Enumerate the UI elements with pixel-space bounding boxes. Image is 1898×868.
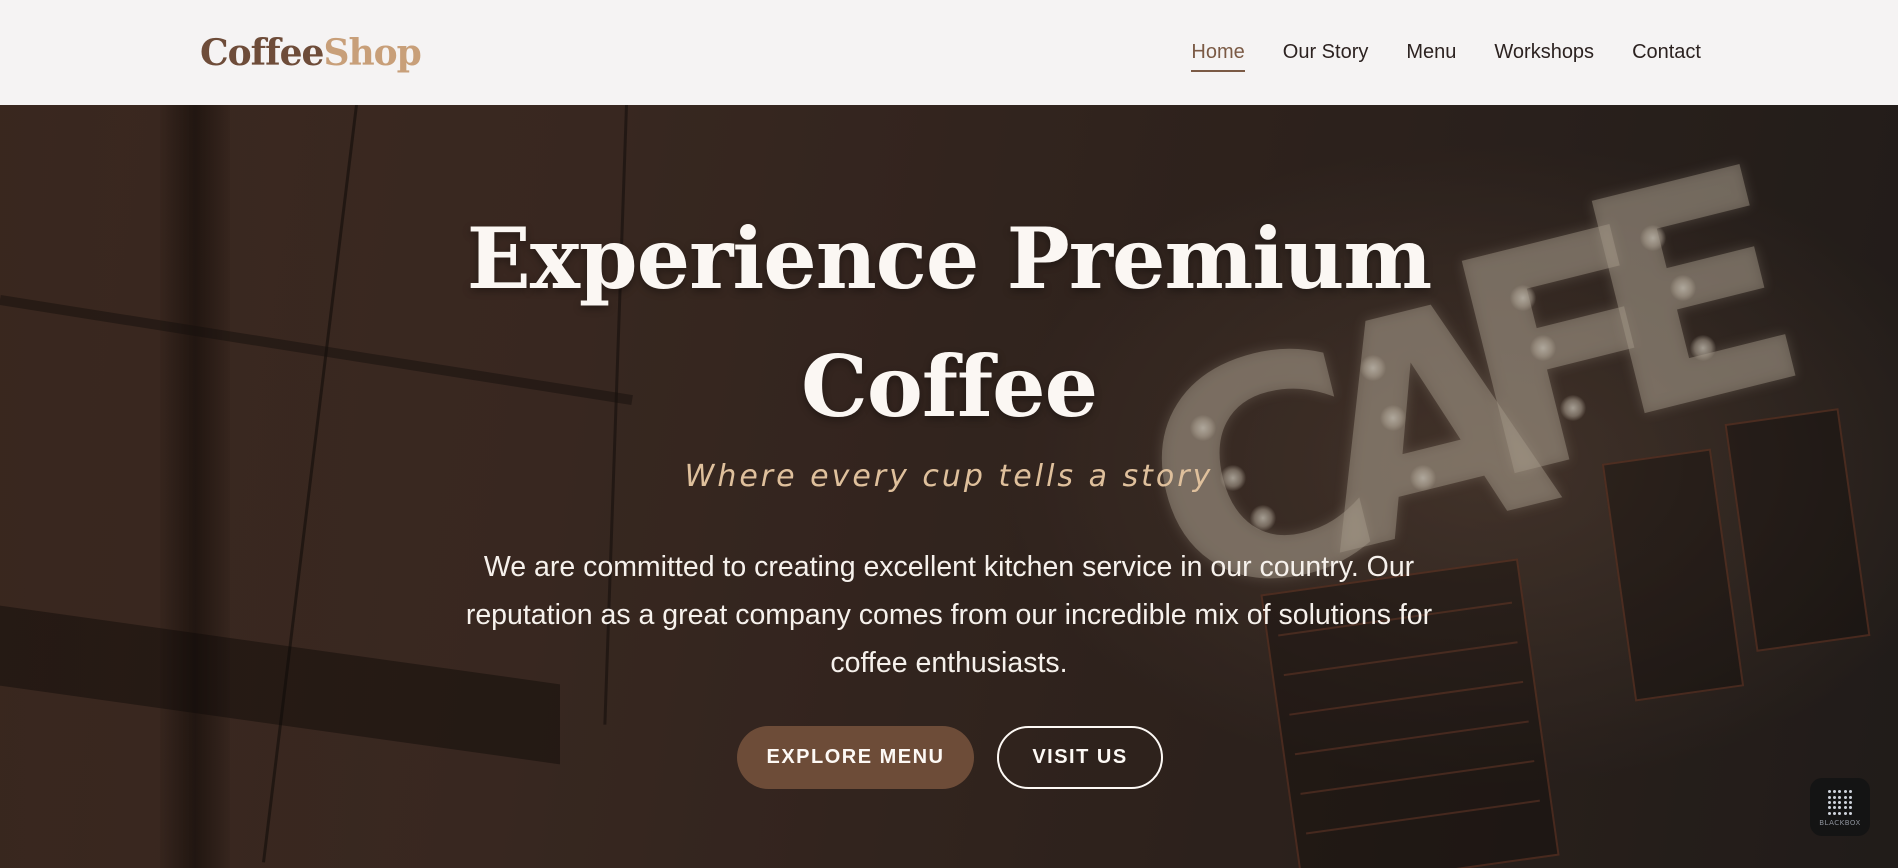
hero-title: Experience Premium Coffee [449, 195, 1449, 451]
hero-section: C A F E Experience Premium Coffee Where … [0, 105, 1898, 868]
blackbox-logo-icon [1827, 790, 1853, 816]
nav-link-menu[interactable]: Menu [1406, 38, 1456, 72]
hero-description: We are committed to creating excellent k… [465, 551, 1433, 679]
hero-title-line-1: Experience Premium [466, 209, 1432, 308]
hero-title-line-2: Coffee [800, 337, 1098, 436]
main-nav: Home Our Story Menu Workshops Contact [1191, 38, 1701, 72]
brand-logo-shop: Shop [323, 32, 421, 74]
nav-link-home[interactable]: Home [1191, 38, 1245, 72]
blackbox-widget-button[interactable]: BLACKBOX [1810, 778, 1870, 836]
visit-us-button[interactable]: VISIT US [997, 726, 1163, 789]
nav-link-workshops[interactable]: Workshops [1494, 38, 1594, 72]
top-navbar: CoffeeShop Home Our Story Menu Workshops… [0, 0, 1898, 105]
explore-menu-button[interactable]: EXPLORE MENU [737, 726, 974, 789]
brand-logo[interactable]: CoffeeShop [200, 30, 422, 76]
brand-logo-coffee: Coffee [200, 32, 324, 74]
nav-link-contact[interactable]: Contact [1632, 38, 1701, 72]
blackbox-widget-label: BLACKBOX [1819, 818, 1861, 827]
hero-tagline: Where every cup tells a story [684, 459, 1214, 494]
nav-link-our-story[interactable]: Our Story [1283, 38, 1369, 72]
